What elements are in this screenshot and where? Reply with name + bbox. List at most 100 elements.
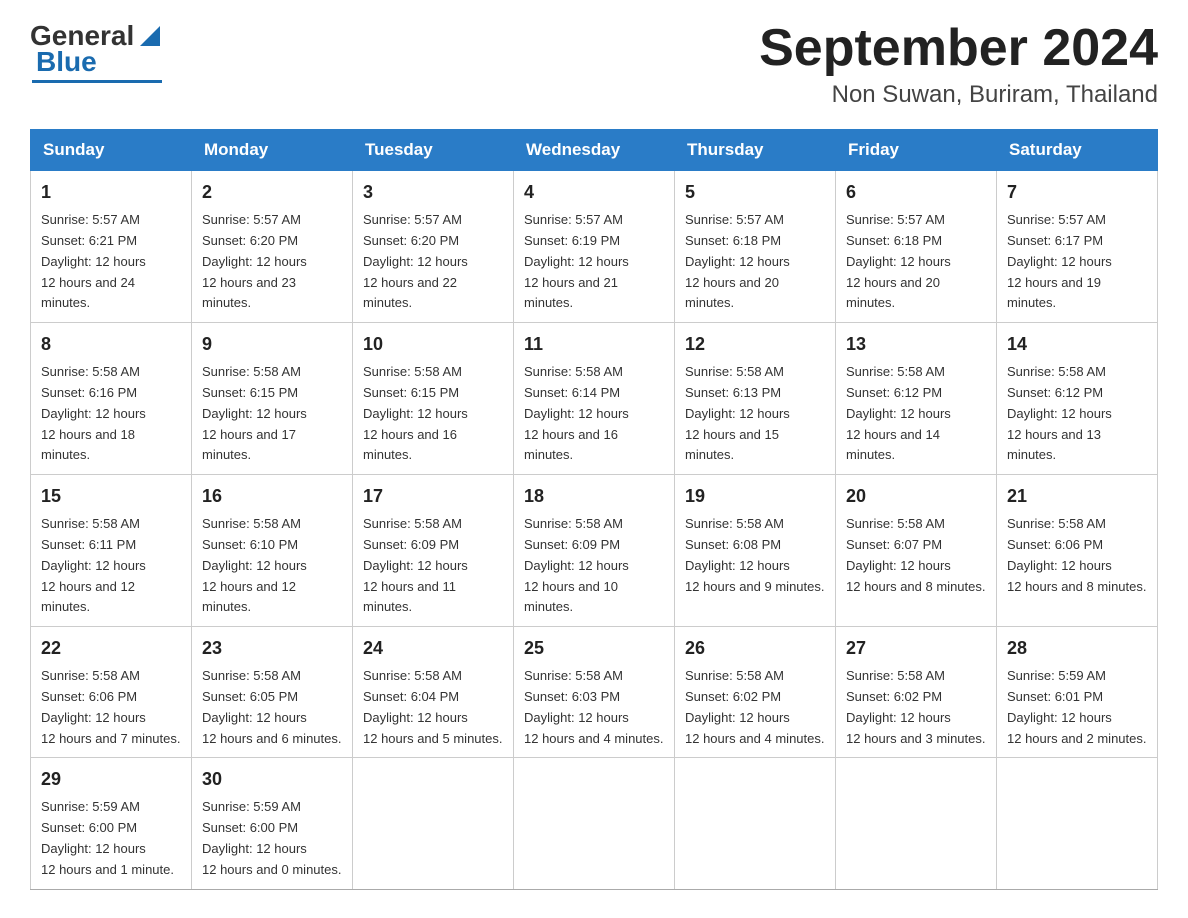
calendar-week-row: 15 Sunrise: 5:58 AMSunset: 6:11 PMDayligh… [31,475,1158,627]
day-info: Sunrise: 5:58 AMSunset: 6:12 PMDaylight:… [1007,364,1112,462]
calendar-cell: 8 Sunrise: 5:58 AMSunset: 6:16 PMDaylight… [31,323,192,475]
calendar-cell: 6 Sunrise: 5:57 AMSunset: 6:18 PMDaylight… [836,171,997,323]
day-number: 5 [685,179,825,206]
day-number: 3 [363,179,503,206]
day-number: 23 [202,635,342,662]
day-number: 20 [846,483,986,510]
day-number: 9 [202,331,342,358]
calendar-cell: 17 Sunrise: 5:58 AMSunset: 6:09 PMDayligh… [353,475,514,627]
calendar-cell: 12 Sunrise: 5:58 AMSunset: 6:13 PMDayligh… [675,323,836,475]
day-number: 25 [524,635,664,662]
calendar-cell: 10Sunrise: 5:58 AMSunset: 6:15 PMDayligh… [353,323,514,475]
day-info: Sunrise: 5:59 AMSunset: 6:00 PMDaylight:… [202,799,341,876]
calendar-cell: 13Sunrise: 5:58 AMSunset: 6:12 PMDayligh… [836,323,997,475]
day-info: Sunrise: 5:57 AMSunset: 6:20 PMDaylight:… [363,212,468,310]
header-tuesday: Tuesday [353,130,514,171]
calendar-cell: 29 Sunrise: 5:59 AMSunset: 6:00 PMDayligh… [31,758,192,889]
day-number: 7 [1007,179,1147,206]
day-info: Sunrise: 5:57 AMSunset: 6:18 PMDaylight:… [685,212,790,310]
calendar-cell: 24 Sunrise: 5:58 AMSunset: 6:04 PMDayligh… [353,627,514,758]
day-info: Sunrise: 5:58 AMSunset: 6:07 PMDaylight:… [846,516,985,593]
day-number: 29 [41,766,181,793]
day-number: 1 [41,179,181,206]
calendar-week-row: 1Sunrise: 5:57 AMSunset: 6:21 PMDaylight… [31,171,1158,323]
header-monday: Monday [192,130,353,171]
day-number: 17 [363,483,503,510]
calendar-cell: 5 Sunrise: 5:57 AMSunset: 6:18 PMDaylight… [675,171,836,323]
calendar-cell: 30 Sunrise: 5:59 AMSunset: 6:00 PMDayligh… [192,758,353,889]
day-number: 14 [1007,331,1147,358]
calendar-cell: 18Sunrise: 5:58 AMSunset: 6:09 PMDayligh… [514,475,675,627]
calendar-week-row: 22 Sunrise: 5:58 AMSunset: 6:06 PMDayligh… [31,627,1158,758]
page-header: General Blue September 2024 Non Suwan, B… [30,20,1158,109]
day-info: Sunrise: 5:58 AMSunset: 6:02 PMDaylight:… [685,668,824,745]
day-info: Sunrise: 5:58 AMSunset: 6:06 PMDaylight:… [1007,516,1146,593]
calendar-cell: 15 Sunrise: 5:58 AMSunset: 6:11 PMDayligh… [31,475,192,627]
day-number: 22 [41,635,181,662]
calendar-cell: 2 Sunrise: 5:57 AMSunset: 6:20 PMDaylight… [192,171,353,323]
day-number: 8 [41,331,181,358]
day-number: 15 [41,483,181,510]
day-number: 11 [524,331,664,358]
calendar-cell: 11 Sunrise: 5:58 AMSunset: 6:14 PMDayligh… [514,323,675,475]
calendar-week-row: 29 Sunrise: 5:59 AMSunset: 6:00 PMDayligh… [31,758,1158,889]
day-number: 18 [524,483,664,510]
day-info: Sunrise: 5:58 AMSunset: 6:13 PMDaylight:… [685,364,790,462]
calendar-cell: 14 Sunrise: 5:58 AMSunset: 6:12 PMDayligh… [997,323,1158,475]
calendar-week-row: 8 Sunrise: 5:58 AMSunset: 6:16 PMDaylight… [31,323,1158,475]
day-info: Sunrise: 5:58 AMSunset: 6:02 PMDaylight:… [846,668,985,745]
day-number: 24 [363,635,503,662]
day-info: Sunrise: 5:58 AMSunset: 6:08 PMDaylight:… [685,516,824,593]
day-number: 30 [202,766,342,793]
header-saturday: Saturday [997,130,1158,171]
calendar-table: SundayMondayTuesdayWednesdayThursdayFrid… [30,129,1158,889]
day-info: Sunrise: 5:58 AMSunset: 6:14 PMDaylight:… [524,364,629,462]
day-number: 21 [1007,483,1147,510]
calendar-cell: 28 Sunrise: 5:59 AMSunset: 6:01 PMDayligh… [997,627,1158,758]
calendar-cell [836,758,997,889]
day-info: Sunrise: 5:57 AMSunset: 6:17 PMDaylight:… [1007,212,1112,310]
calendar-cell: 22 Sunrise: 5:58 AMSunset: 6:06 PMDayligh… [31,627,192,758]
day-info: Sunrise: 5:59 AMSunset: 6:00 PMDaylight:… [41,799,174,876]
logo-blue-text: Blue [36,46,97,78]
day-info: Sunrise: 5:58 AMSunset: 6:16 PMDaylight:… [41,364,146,462]
day-number: 6 [846,179,986,206]
day-info: Sunrise: 5:58 AMSunset: 6:04 PMDaylight:… [363,668,502,745]
header-wednesday: Wednesday [514,130,675,171]
day-info: Sunrise: 5:59 AMSunset: 6:01 PMDaylight:… [1007,668,1146,745]
month-title: September 2024 [759,20,1158,77]
day-info: Sunrise: 5:58 AMSunset: 6:09 PMDaylight:… [363,516,468,614]
day-number: 2 [202,179,342,206]
logo: General Blue [30,20,164,83]
day-info: Sunrise: 5:58 AMSunset: 6:15 PMDaylight:… [202,364,307,462]
header-sunday: Sunday [31,130,192,171]
day-info: Sunrise: 5:57 AMSunset: 6:20 PMDaylight:… [202,212,307,310]
day-number: 10 [363,331,503,358]
calendar-cell: 4Sunrise: 5:57 AMSunset: 6:19 PMDaylight… [514,171,675,323]
calendar-cell: 16 Sunrise: 5:58 AMSunset: 6:10 PMDayligh… [192,475,353,627]
calendar-cell [997,758,1158,889]
calendar-cell: 9 Sunrise: 5:58 AMSunset: 6:15 PMDaylight… [192,323,353,475]
calendar-cell: 21 Sunrise: 5:58 AMSunset: 6:06 PMDayligh… [997,475,1158,627]
calendar-cell: 23 Sunrise: 5:58 AMSunset: 6:05 PMDayligh… [192,627,353,758]
day-info: Sunrise: 5:58 AMSunset: 6:06 PMDaylight:… [41,668,180,745]
day-info: Sunrise: 5:58 AMSunset: 6:05 PMDaylight:… [202,668,341,745]
day-number: 12 [685,331,825,358]
day-info: Sunrise: 5:58 AMSunset: 6:12 PMDaylight:… [846,364,951,462]
header-friday: Friday [836,130,997,171]
day-number: 19 [685,483,825,510]
day-info: Sunrise: 5:58 AMSunset: 6:03 PMDaylight:… [524,668,663,745]
day-info: Sunrise: 5:57 AMSunset: 6:19 PMDaylight:… [524,212,629,310]
day-info: Sunrise: 5:58 AMSunset: 6:11 PMDaylight:… [41,516,146,614]
day-info: Sunrise: 5:57 AMSunset: 6:18 PMDaylight:… [846,212,951,310]
calendar-cell: 25 Sunrise: 5:58 AMSunset: 6:03 PMDayligh… [514,627,675,758]
day-number: 28 [1007,635,1147,662]
calendar-cell [675,758,836,889]
day-number: 27 [846,635,986,662]
title-section: September 2024 Non Suwan, Buriram, Thail… [759,20,1158,109]
calendar-cell: 1Sunrise: 5:57 AMSunset: 6:21 PMDaylight… [31,171,192,323]
day-info: Sunrise: 5:58 AMSunset: 6:10 PMDaylight:… [202,516,307,614]
day-number: 26 [685,635,825,662]
header-thursday: Thursday [675,130,836,171]
day-number: 16 [202,483,342,510]
